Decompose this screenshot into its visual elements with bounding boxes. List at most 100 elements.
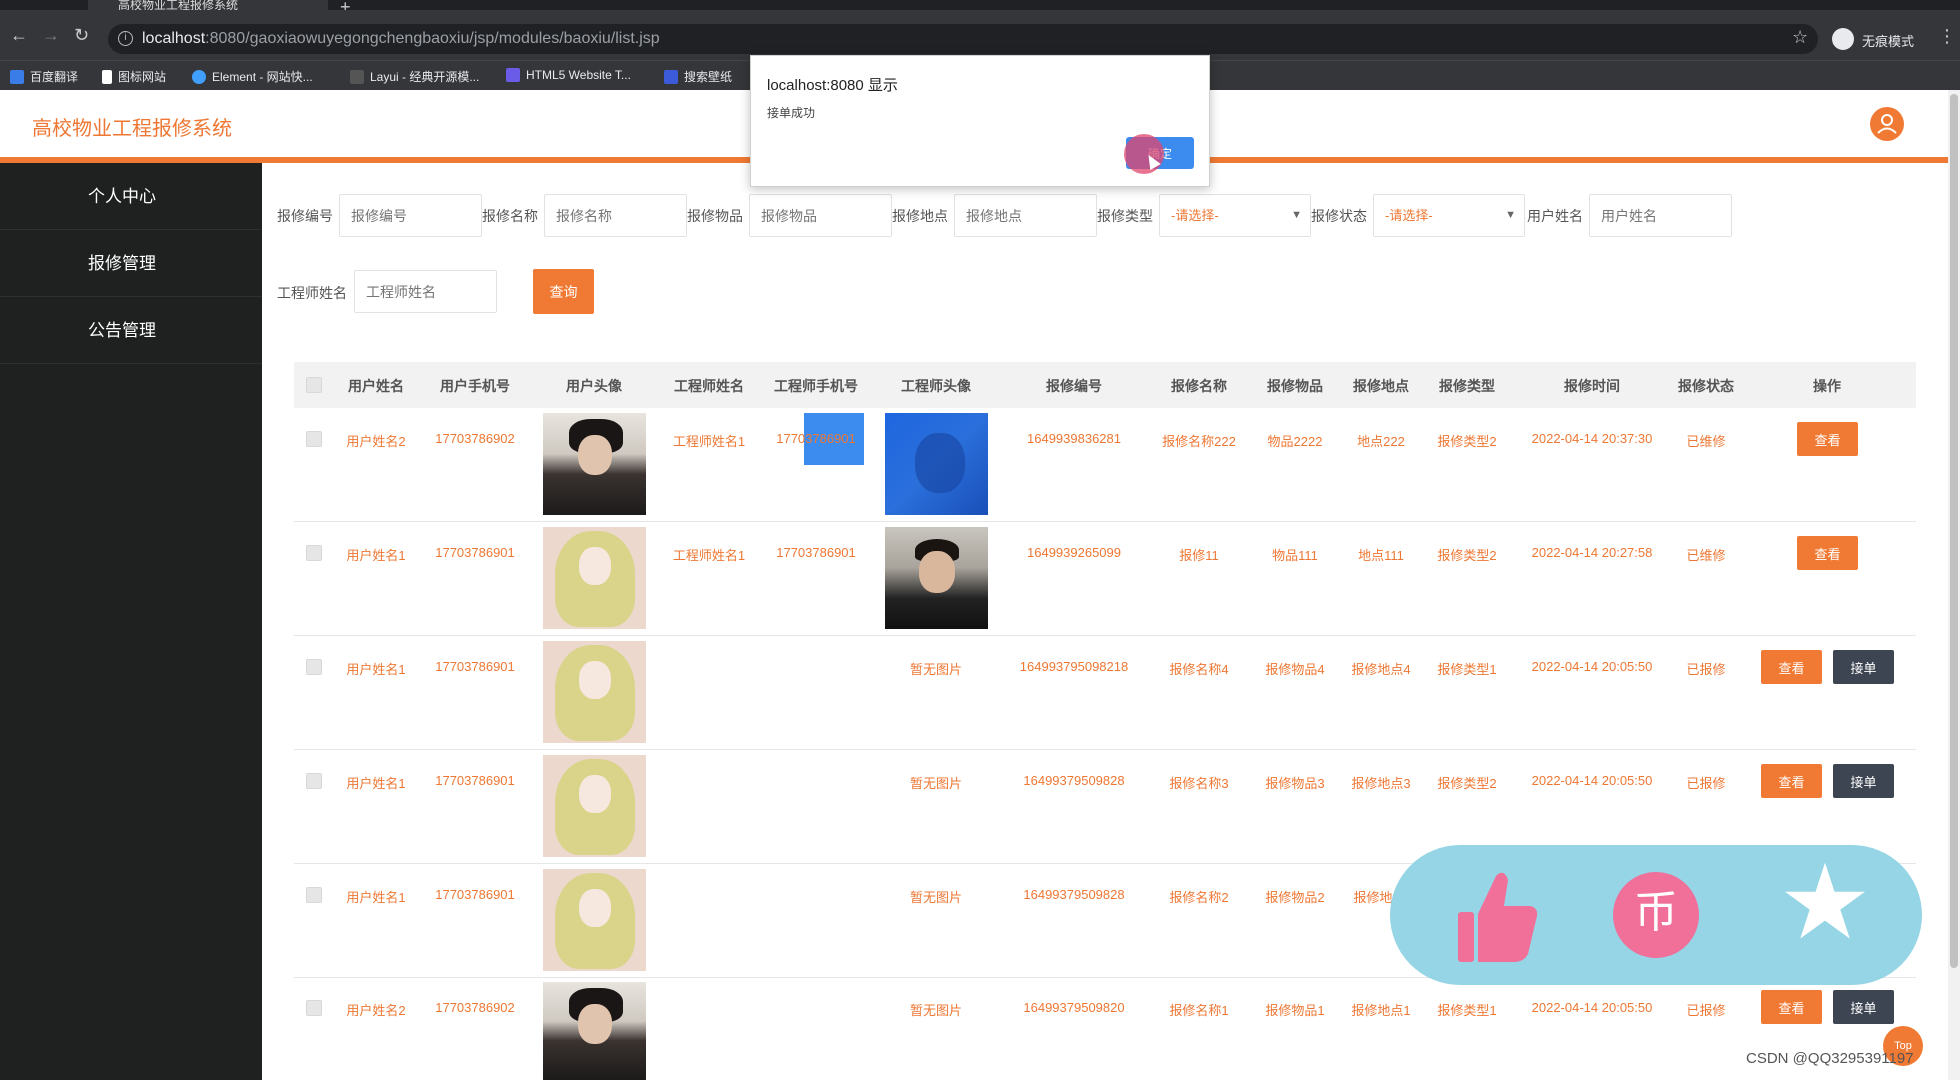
cell-phone: 17703786901 [435, 545, 515, 560]
cell-type: 报修类型2 [1437, 434, 1497, 449]
cell-time: 2022-04-14 20:37:30 [1531, 431, 1653, 446]
cell-place: 报修地 [1353, 890, 1393, 905]
watermark: CSDN @QQ3295391197 [1746, 1050, 1914, 1067]
col-header: 报修编号 [1046, 378, 1102, 394]
cell-name: 报修名称222 [1162, 434, 1236, 449]
cell-status: 已报修 [1686, 662, 1726, 677]
cell-name: 报修名称4 [1169, 662, 1229, 677]
cell-status: 已报修 [1686, 776, 1726, 791]
sidebar-item-notice-management[interactable]: 公告管理 [0, 297, 262, 364]
sidebar-item-personal-center[interactable]: 个人中心 [0, 163, 262, 230]
view-button[interactable]: 查看 [1761, 764, 1822, 798]
cell-time: 2022-04-14 20:05:50 [1531, 773, 1653, 788]
search-input-engineer[interactable] [354, 270, 497, 313]
cell-type: 报修类型2 [1437, 548, 1497, 563]
cell-time: 2022-04-14 20:27:58 [1531, 545, 1653, 560]
cell-phone: 17703786901 [435, 659, 515, 674]
search-label-engineer: 工程师姓名 [277, 285, 347, 301]
accept-button[interactable]: 接单 [1833, 990, 1894, 1024]
cell-user: 用户姓名1 [346, 662, 406, 677]
incognito-icon[interactable] [1832, 28, 1854, 50]
cell-name: 报修名称1 [1169, 1003, 1229, 1018]
bookmark-item[interactable]: HTML5 Website T... [506, 68, 631, 82]
bookmark-star-icon[interactable]: ☆ [1792, 27, 1808, 48]
site-info-icon[interactable]: i [118, 31, 133, 46]
user-avatar-image [543, 755, 646, 857]
coin-icon[interactable]: 币 [1613, 872, 1699, 958]
search-select-status[interactable]: -请选择- ▼ [1373, 194, 1525, 237]
bookmark-item[interactable]: 图标网站 [102, 68, 166, 85]
cell-user: 用户姓名1 [346, 548, 406, 563]
col-header: 报修名称 [1171, 378, 1227, 394]
search-label-place: 报修地点 [892, 208, 948, 224]
view-button[interactable]: 查看 [1797, 422, 1858, 456]
cell-place: 地点222 [1357, 434, 1405, 449]
app-title: 高校物业工程报修系统 [32, 118, 232, 140]
cell-status: 已报修 [1686, 1003, 1726, 1018]
view-button[interactable]: 查看 [1797, 536, 1858, 570]
view-button[interactable]: 查看 [1761, 990, 1822, 1024]
col-header: 报修状态 [1678, 378, 1734, 394]
search-input-user[interactable] [1589, 194, 1732, 237]
bookmark-item[interactable]: Element - 网站快... [192, 68, 313, 85]
cell-item: 报修物品3 [1265, 776, 1325, 791]
sidebar: 个人中心 报修管理 公告管理 [0, 163, 262, 1080]
col-header: 用户头像 [566, 378, 622, 394]
cell-place: 报修地点4 [1351, 662, 1411, 677]
accept-button[interactable]: 接单 [1833, 650, 1894, 684]
cell-code: 16499379509820 [1023, 1000, 1125, 1015]
bookmark-item[interactable]: Layui - 经典开源模... [350, 68, 479, 85]
cell-item: 报修物品1 [1265, 1003, 1325, 1018]
user-avatar-image [543, 982, 646, 1080]
search-label-user: 用户姓名 [1527, 208, 1583, 224]
cell-engineer: 工程师姓名1 [672, 548, 746, 563]
thumbs-up-icon[interactable] [1456, 868, 1540, 964]
cell-type: 报修类型1 [1437, 662, 1497, 677]
reload-icon[interactable]: ↻ [74, 26, 89, 44]
browser-menu-icon[interactable]: ⋮ [1938, 26, 1956, 47]
sidebar-item-repair-management[interactable]: 报修管理 [0, 230, 262, 297]
row-checkbox[interactable] [306, 1000, 322, 1016]
search-input-name[interactable] [544, 194, 687, 237]
cell-no-image: 暂无图片 [909, 890, 963, 905]
cell-place: 地点111 [1358, 548, 1404, 563]
chevron-down-icon: ▼ [1291, 209, 1302, 221]
cell-item: 报修物品2 [1265, 890, 1325, 905]
search-input-item[interactable] [749, 194, 892, 237]
dialog-title: localhost:8080 显示 [767, 77, 898, 94]
cell-no-image: 暂无图片 [909, 776, 963, 791]
cell-phone: 17703786902 [435, 431, 515, 446]
user-avatar-icon[interactable] [1870, 107, 1904, 141]
row-checkbox[interactable] [306, 887, 322, 903]
view-button[interactable]: 查看 [1761, 650, 1822, 684]
back-icon[interactable]: ← [10, 26, 28, 44]
bookmark-item[interactable]: 搜索壁纸 [664, 68, 732, 85]
search-input-place[interactable] [954, 194, 1097, 237]
col-header: 用户姓名 [348, 378, 404, 394]
cell-user: 用户姓名2 [346, 434, 406, 449]
col-header: 工程师头像 [901, 378, 971, 394]
row-checkbox[interactable] [306, 773, 322, 789]
star-icon[interactable]: ★ [1770, 848, 1880, 958]
accept-button[interactable]: 接单 [1833, 764, 1894, 798]
col-header: 报修物品 [1267, 378, 1323, 394]
row-checkbox[interactable] [306, 659, 322, 675]
user-avatar-image [543, 869, 646, 971]
browser-tab[interactable]: 高校物业工程报修系统 [88, 0, 328, 10]
click-indicator [1124, 134, 1164, 174]
row-checkbox[interactable] [306, 431, 322, 447]
col-header: 报修时间 [1564, 378, 1620, 394]
select-all-checkbox[interactable] [306, 377, 322, 393]
search-select-type[interactable]: -请选择- ▼ [1159, 194, 1311, 237]
query-button[interactable]: 查询 [533, 269, 594, 314]
address-url[interactable]: localhost:8080/gaoxiaowuyegongchengbaoxi… [142, 30, 660, 48]
col-header: 操作 [1813, 378, 1841, 394]
cell-status: 已维修 [1686, 548, 1726, 563]
forward-icon[interactable]: → [42, 26, 60, 44]
cell-status: 已维修 [1686, 434, 1726, 449]
row-checkbox[interactable] [306, 545, 322, 561]
scrollbar-thumb[interactable] [1950, 94, 1958, 968]
bookmark-item[interactable]: 百度翻译 [10, 68, 78, 85]
cell-type: 报修类型1 [1437, 1003, 1497, 1018]
search-input-code[interactable] [339, 194, 482, 237]
